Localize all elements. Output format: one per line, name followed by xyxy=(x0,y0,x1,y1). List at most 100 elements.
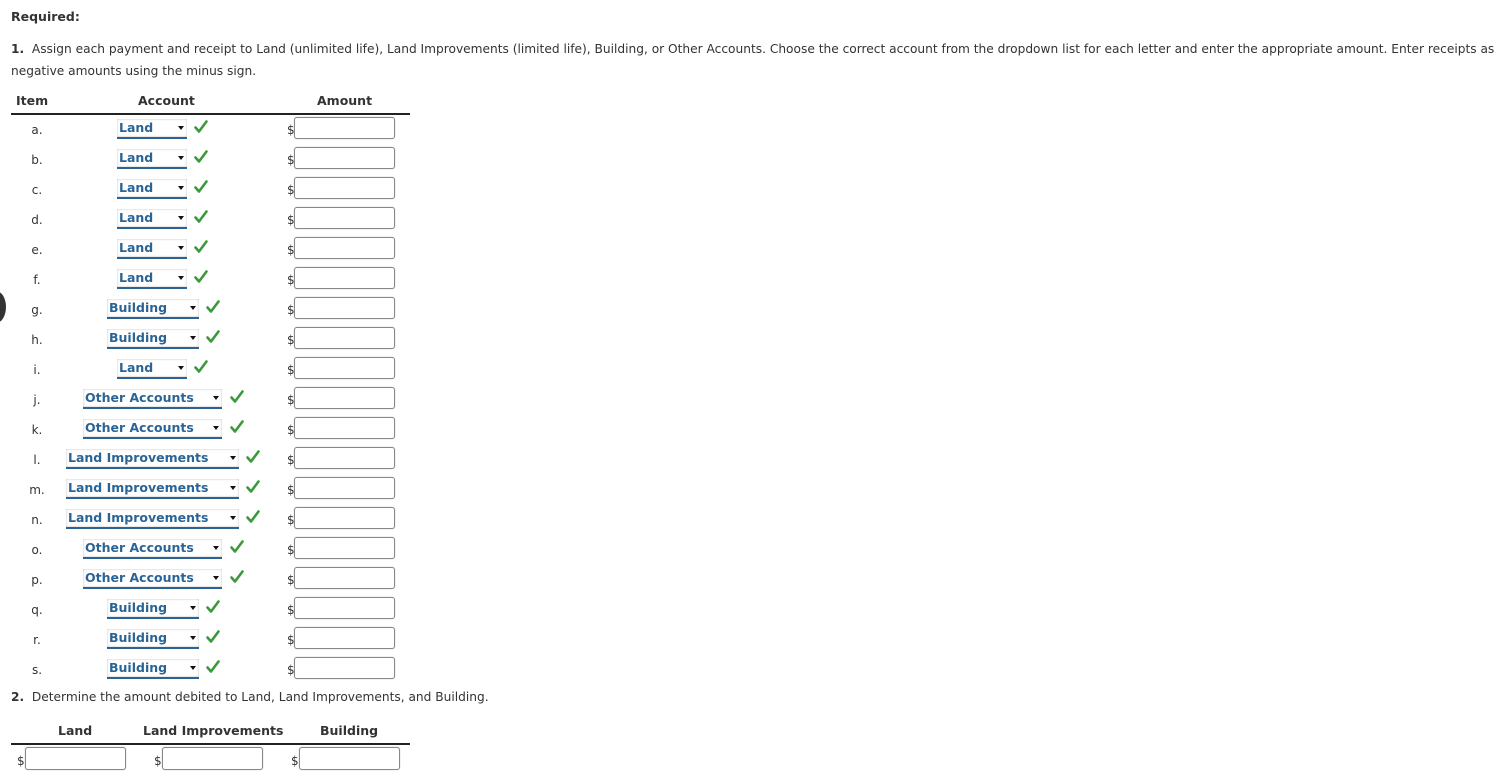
account-selected-value: Other Accounts xyxy=(85,570,194,585)
account-selected-value: Building xyxy=(109,660,168,675)
amount-input[interactable] xyxy=(294,117,395,139)
checkmark-icon xyxy=(206,299,220,315)
account-dropdown[interactable]: Building xyxy=(107,659,199,679)
amount-input[interactable] xyxy=(294,537,395,559)
account-dropdown[interactable]: Land Improvements xyxy=(66,509,239,529)
chevron-down-icon xyxy=(178,156,184,160)
account-dropdown[interactable]: Land xyxy=(117,269,187,289)
column-header-amount: Amount xyxy=(317,93,373,108)
chevron-down-icon xyxy=(190,336,196,340)
table-row: i. Land $ xyxy=(0,355,420,385)
account-dropdown[interactable]: Land xyxy=(117,149,187,169)
checkmark-icon xyxy=(246,479,260,495)
chevron-down-icon xyxy=(178,276,184,280)
account-dropdown[interactable]: Other Accounts xyxy=(83,389,222,409)
checkmark-icon xyxy=(194,359,208,375)
part2-header-divider xyxy=(11,743,410,745)
land-total-input[interactable] xyxy=(25,747,126,770)
account-dropdown[interactable]: Land xyxy=(117,359,187,379)
amount-input[interactable] xyxy=(294,597,395,619)
item-label: g. xyxy=(31,303,43,317)
account-dropdown[interactable]: Land xyxy=(117,119,187,139)
table-row: c. Land $ xyxy=(0,175,420,205)
checkmark-icon xyxy=(194,269,208,285)
account-dropdown[interactable]: Land xyxy=(117,239,187,259)
chevron-down-icon xyxy=(178,366,184,370)
checkmark-icon xyxy=(194,149,208,165)
part1-number: 1. xyxy=(11,42,25,56)
item-label: k. xyxy=(31,423,43,437)
table-row: q. Building $ xyxy=(0,595,420,625)
amount-input[interactable] xyxy=(294,507,395,529)
amount-input[interactable] xyxy=(294,207,395,229)
account-dropdown[interactable]: Other Accounts xyxy=(83,569,222,589)
account-dropdown[interactable]: Building xyxy=(107,599,199,619)
amount-input[interactable] xyxy=(294,477,395,499)
account-selected-value: Land Improvements xyxy=(68,510,209,525)
table-row: d. Land $ xyxy=(0,205,420,235)
amount-input[interactable] xyxy=(294,627,395,649)
account-dropdown[interactable]: Other Accounts xyxy=(83,539,222,559)
item-label: j. xyxy=(33,393,41,407)
chevron-down-icon xyxy=(213,546,219,550)
checkmark-icon xyxy=(194,179,208,195)
chevron-down-icon xyxy=(230,486,236,490)
item-label: p. xyxy=(31,573,43,587)
chevron-down-icon xyxy=(230,516,236,520)
amount-input[interactable] xyxy=(294,237,395,259)
table-row: a. Land $ xyxy=(0,115,420,145)
checkmark-icon xyxy=(246,449,260,465)
amount-input[interactable] xyxy=(294,297,395,319)
building-total-input[interactable] xyxy=(299,747,400,770)
checkmark-icon xyxy=(206,329,220,345)
part2-instruction: 2. Determine the amount debited to Land,… xyxy=(11,690,489,704)
amount-input[interactable] xyxy=(294,567,395,589)
checkmark-icon xyxy=(206,629,220,645)
account-dropdown[interactable]: Land Improvements xyxy=(66,449,239,469)
item-label: c. xyxy=(31,183,43,197)
chevron-down-icon xyxy=(213,576,219,580)
chevron-down-icon xyxy=(190,666,196,670)
account-selected-value: Land Improvements xyxy=(68,450,209,465)
amount-input[interactable] xyxy=(294,147,395,169)
table-row: b. Land $ xyxy=(0,145,420,175)
checkmark-icon xyxy=(230,419,244,435)
amount-input[interactable] xyxy=(294,387,395,409)
account-selected-value: Land Improvements xyxy=(68,480,209,495)
account-selected-value: Land xyxy=(119,360,154,375)
account-selected-value: Building xyxy=(109,630,168,645)
checkmark-icon xyxy=(206,599,220,615)
table-row: k. Other Accounts $ xyxy=(0,415,420,445)
account-dropdown[interactable]: Land Improvements xyxy=(66,479,239,499)
amount-input[interactable] xyxy=(294,357,395,379)
amount-input[interactable] xyxy=(294,657,395,679)
amount-input[interactable] xyxy=(294,177,395,199)
chevron-down-icon xyxy=(213,396,219,400)
amount-input[interactable] xyxy=(294,327,395,349)
item-label: d. xyxy=(31,213,43,227)
table-row: r. Building $ xyxy=(0,625,420,655)
account-selected-value: Other Accounts xyxy=(85,420,194,435)
account-dropdown[interactable]: Building xyxy=(107,299,199,319)
part2-header-land: Land xyxy=(58,723,93,738)
account-dropdown[interactable]: Other Accounts xyxy=(83,419,222,439)
account-dropdown[interactable]: Building xyxy=(107,629,199,649)
dollar-sign: $ xyxy=(291,754,299,768)
item-label: o. xyxy=(31,543,43,557)
table-row: g. Building $ xyxy=(0,295,420,325)
item-label: b. xyxy=(31,153,43,167)
chevron-down-icon xyxy=(190,306,196,310)
account-dropdown[interactable]: Land xyxy=(117,179,187,199)
account-dropdown[interactable]: Building xyxy=(107,329,199,349)
checkmark-icon xyxy=(194,209,208,225)
amount-input[interactable] xyxy=(294,447,395,469)
checkmark-icon xyxy=(194,119,208,135)
land-improvements-total-input[interactable] xyxy=(162,747,263,770)
account-dropdown[interactable]: Land xyxy=(117,209,187,229)
part1-instruction-text: Assign each payment and receipt to Land … xyxy=(11,42,1495,78)
account-selected-value: Other Accounts xyxy=(85,540,194,555)
amount-input[interactable] xyxy=(294,267,395,289)
account-selected-value: Building xyxy=(109,600,168,615)
account-selected-value: Land xyxy=(119,180,154,195)
amount-input[interactable] xyxy=(294,417,395,439)
